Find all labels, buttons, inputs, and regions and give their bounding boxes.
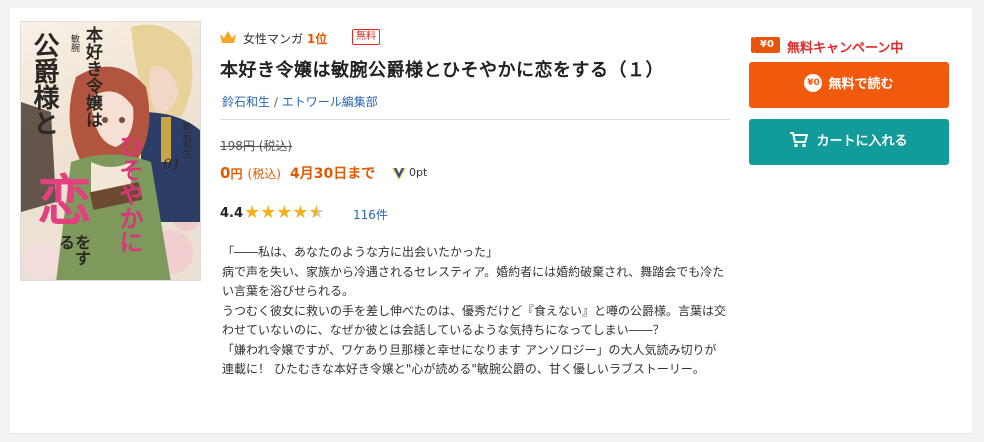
rating-stars: ★★★★★★ xyxy=(244,203,325,223)
cover-volume: 01 xyxy=(163,157,181,173)
point-value: 0pt xyxy=(409,166,428,179)
description-line: うつむく彼女に救いの手を差し伸べたのは、優秀だけど『食えない』と噂の公爵様。言葉… xyxy=(222,303,727,338)
read-free-button[interactable]: ¥0 無料で読む xyxy=(749,62,949,108)
point-v-icon xyxy=(392,168,406,180)
yen-zero-icon: ¥0 xyxy=(751,37,780,53)
description-line: 病で声を失い、家族から冷遇されるセレスティア。婚約者には婚約破棄され、舞踏会でも… xyxy=(222,264,725,299)
star-icon: ★ xyxy=(260,202,277,223)
star-half-icon: ★★ xyxy=(308,202,325,223)
add-to-cart-button[interactable]: カートに入れる xyxy=(749,119,949,165)
old-price: 198円 (税込) xyxy=(220,139,293,153)
book-cover[interactable]: 本好き令嬢は 公爵様と ひそやかに 恋 をする 敏腕 01 鈴石和生 xyxy=(20,21,201,281)
price-amount: 0 xyxy=(220,164,231,182)
price-unit: 円 xyxy=(230,167,243,181)
product-title[interactable]: 本好き令嬢は敏腕公爵様とひそやかに恋をする（１） xyxy=(220,56,664,82)
price-deadline: 4月30日まで xyxy=(290,166,376,182)
price-tax: (税込) xyxy=(247,167,281,181)
star-icon: ★ xyxy=(244,202,261,223)
publisher-link[interactable]: エトワール編集部 xyxy=(282,95,378,109)
cover-title-1: 本好き令嬢は xyxy=(82,26,102,128)
campaign-text: 無料キャンペーン中 xyxy=(787,41,904,56)
cover-author: 鈴石和生 xyxy=(181,122,191,158)
cover-title-3: ひそやかに xyxy=(115,134,144,254)
read-free-label: 無料で読む xyxy=(828,77,894,92)
rank-label: 1位 xyxy=(306,32,328,46)
author-separator: / xyxy=(273,95,278,109)
add-to-cart-label: カートに入れる xyxy=(816,134,908,149)
description: 「――私は、あなたのような方に出会いたかった」 病で声を失い、家族から冷遇される… xyxy=(222,243,727,380)
crown-icon xyxy=(220,31,236,43)
cover-title-2: 公爵様と xyxy=(29,32,59,136)
cover-title-4: 恋 xyxy=(28,172,92,226)
cart-icon xyxy=(790,131,809,147)
description-line: 「――私は、あなたのような方に出会いたかった」 xyxy=(222,245,499,259)
free-badge: 無料 xyxy=(352,29,380,45)
divider xyxy=(10,433,972,434)
yen-zero-icon: ¥0 xyxy=(804,73,823,92)
info-divider xyxy=(220,119,730,120)
price-row: 0円 (税込) 4月30日まで xyxy=(220,163,375,183)
star-icon: ★ xyxy=(292,202,309,223)
genre-label: 女性マンガ xyxy=(243,32,304,46)
genre-ranking[interactable]: 女性マンガ 1位 xyxy=(243,30,327,47)
review-count-link[interactable]: 116件 xyxy=(353,206,388,223)
cover-title-5: をする xyxy=(56,234,91,266)
author-link[interactable]: 鈴石和生 xyxy=(222,95,270,109)
rating-value: 4.4 xyxy=(220,206,244,221)
cover-small-text: 敏腕 xyxy=(69,34,79,52)
author-list: 鈴石和生 / エトワール編集部 xyxy=(222,93,378,110)
description-line: 「嫌われ令嬢ですが、ワケあり旦那様と幸せになります アンソロジー」の大人気読み切… xyxy=(222,342,717,377)
star-icon: ★ xyxy=(276,202,293,223)
